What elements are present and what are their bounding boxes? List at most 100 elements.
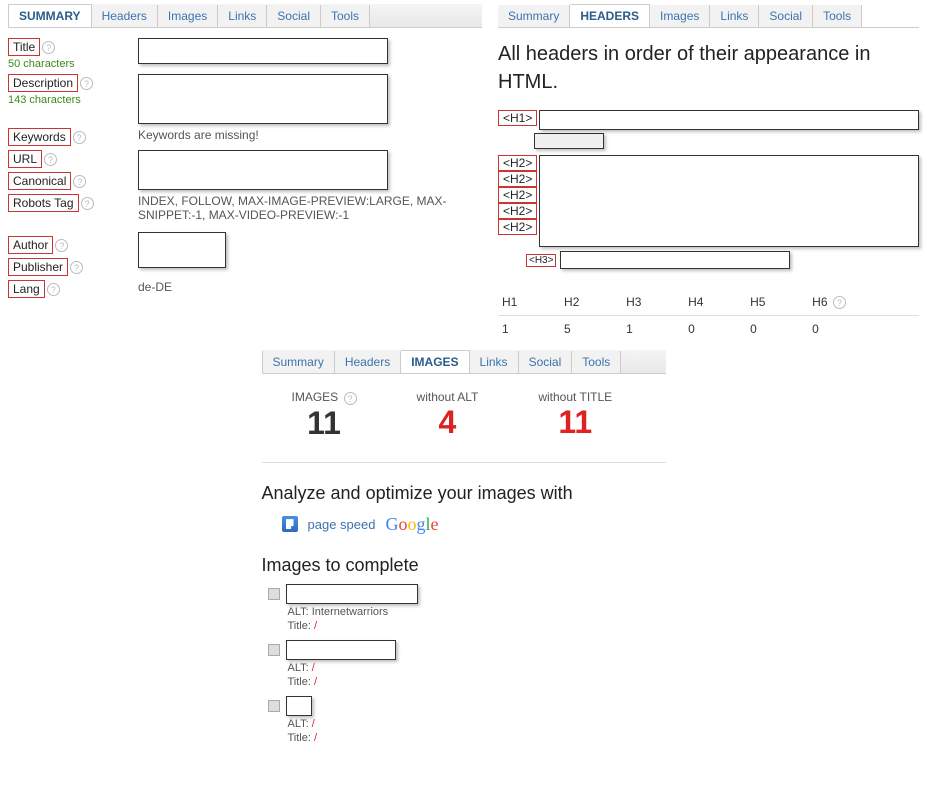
tab-images[interactable]: Images [650, 5, 710, 27]
help-icon[interactable]: ? [47, 283, 60, 296]
images-label: IMAGES [292, 390, 339, 404]
h3-tag-label: <H3> [526, 254, 556, 267]
tab-headers[interactable]: Headers [92, 5, 158, 27]
robots-label: Robots Tag [8, 194, 79, 212]
description-label: Description [8, 74, 78, 92]
h2-tag-label: <H2> [498, 171, 537, 187]
tab-images[interactable]: Images [158, 5, 218, 27]
title-char-count: 50 characters [8, 58, 118, 70]
tab-headers[interactable]: Headers [335, 351, 401, 373]
image-alt-meta: ALT: Internetwarriors [268, 606, 666, 618]
help-icon[interactable]: ? [70, 261, 83, 274]
image-thumb-icon [268, 588, 280, 600]
image-box [286, 640, 396, 660]
tab-social[interactable]: Social [759, 5, 813, 27]
without-title-label: without TITLE [538, 390, 612, 404]
header-count-table: H1 H2 H3 H4 H5 H6 ? 1 5 1 0 0 0 [498, 289, 919, 342]
headers-panel: Summary HEADERS Images Links Social Tool… [490, 0, 927, 346]
pagespeed-link[interactable]: page speed [308, 517, 376, 532]
url-canonical-box [138, 150, 388, 190]
count-h5: 0 [746, 316, 808, 343]
th-h4: H4 [684, 289, 746, 316]
images-count: 11 [292, 405, 357, 442]
pagespeed-icon [282, 516, 298, 532]
h1-tag-label: <H1> [498, 110, 537, 126]
th-h5: H5 [746, 289, 808, 316]
help-icon[interactable]: ? [833, 296, 846, 309]
tab-links[interactable]: Links [470, 351, 519, 373]
th-h1: H1 [498, 289, 560, 316]
title-label: Title [8, 38, 40, 56]
canonical-label: Canonical [8, 172, 71, 190]
url-label: URL [8, 150, 42, 168]
tab-summary[interactable]: Summary [498, 5, 570, 27]
tab-social[interactable]: Social [267, 5, 321, 27]
image-item: ALT: Internetwarriors Title: / [262, 584, 666, 632]
tab-summary[interactable]: Summary [262, 351, 335, 373]
images-to-complete-title: Images to complete [262, 555, 666, 576]
image-alt-meta: ALT: / [268, 662, 666, 674]
th-h6: H6 ? [808, 289, 919, 316]
description-char-count: 143 characters [8, 94, 118, 106]
author-publisher-box [138, 232, 226, 268]
tab-bar-left: SUMMARY Headers Images Links Social Tool… [8, 4, 482, 28]
summary-panel: SUMMARY Headers Images Links Social Tool… [0, 0, 490, 346]
h2-tag-label: <H2> [498, 219, 537, 235]
h2-tag-label: <H2> [498, 155, 537, 171]
author-label: Author [8, 236, 53, 254]
title-value-box [138, 38, 388, 64]
count-h4: 0 [684, 316, 746, 343]
without-alt-count: 4 [417, 404, 479, 441]
images-panel: Summary Headers IMAGES Links Social Tool… [254, 346, 674, 747]
help-icon[interactable]: ? [80, 77, 93, 90]
tab-headers[interactable]: HEADERS [570, 4, 650, 27]
image-title-meta: Title: / [268, 676, 666, 688]
help-icon[interactable]: ? [344, 392, 357, 405]
image-alt-meta: ALT: / [268, 718, 666, 730]
count-h6: 0 [808, 316, 919, 343]
tab-tools[interactable]: Tools [321, 5, 370, 27]
tab-tools[interactable]: Tools [813, 5, 862, 27]
publisher-label: Publisher [8, 258, 68, 276]
tab-links[interactable]: Links [218, 5, 267, 27]
h1-value-box-2 [534, 133, 604, 149]
h1-value-box [539, 110, 919, 130]
help-icon[interactable]: ? [42, 41, 55, 54]
google-link[interactable]: Google [385, 514, 438, 535]
tab-images[interactable]: IMAGES [401, 350, 469, 373]
help-icon[interactable]: ? [55, 239, 68, 252]
count-h1: 1 [498, 316, 560, 343]
h3-value-box [560, 251, 790, 269]
th-h3: H3 [622, 289, 684, 316]
help-icon[interactable]: ? [81, 197, 94, 210]
keywords-value: Keywords are missing! [138, 128, 482, 146]
count-h2: 5 [560, 316, 622, 343]
count-h3: 1 [622, 316, 684, 343]
image-item: ALT: /Title: / [262, 696, 666, 744]
tab-tools[interactable]: Tools [572, 351, 621, 373]
tab-summary[interactable]: SUMMARY [8, 4, 92, 27]
description-value-box [138, 74, 388, 124]
lang-value: de-DE [138, 280, 482, 298]
headers-title: All headers in order of their appearance… [498, 40, 919, 96]
robots-value: INDEX, FOLLOW, MAX-IMAGE-PREVIEW:LARGE, … [138, 194, 482, 222]
tab-bar-right: Summary HEADERS Images Links Social Tool… [498, 4, 919, 28]
th-h2: H2 [560, 289, 622, 316]
keywords-label: Keywords [8, 128, 71, 146]
without-title-count: 11 [538, 404, 612, 441]
help-icon[interactable]: ? [73, 175, 86, 188]
h2-tag-label: <H2> [498, 203, 537, 219]
image-item: ALT: / Title: / [262, 640, 666, 688]
image-title-meta: Title: / [268, 620, 666, 632]
image-box [286, 584, 418, 604]
h2-value-box [539, 155, 919, 247]
tab-links[interactable]: Links [710, 5, 759, 27]
help-icon[interactable]: ? [44, 153, 57, 166]
tab-social[interactable]: Social [519, 351, 573, 373]
tab-bar-center: Summary Headers IMAGES Links Social Tool… [262, 350, 666, 374]
analyze-title: Analyze and optimize your images with [262, 483, 666, 504]
h2-tag-label: <H2> [498, 187, 537, 203]
image-box [286, 696, 312, 716]
help-icon[interactable]: ? [73, 131, 86, 144]
image-thumb-icon [268, 700, 280, 712]
